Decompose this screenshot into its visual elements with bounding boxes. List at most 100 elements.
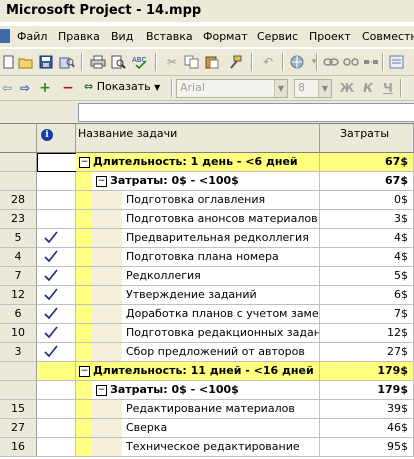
task-name-cell[interactable]: Сверка — [76, 419, 320, 438]
underline-button[interactable]: Ч — [379, 79, 397, 97]
name-column-header[interactable]: Название задачи — [76, 124, 320, 153]
row-id[interactable]: 27 — [0, 419, 37, 438]
task-name-cell[interactable]: Предварительная редколлегия — [76, 229, 320, 248]
task-name-cell[interactable]: Редколлегия — [76, 267, 320, 286]
save-icon[interactable] — [37, 53, 55, 71]
table-row[interactable]: 3 Сбор предложений от авторов 27$ — [0, 343, 414, 362]
select-all-corner[interactable] — [0, 124, 37, 153]
cut-icon[interactable]: ✂ — [163, 53, 181, 71]
table-row[interactable]: 5 Предварительная редколлегия 4$ — [0, 229, 414, 248]
collapse-toggle-icon[interactable]: − — [79, 366, 90, 377]
indicator-cell[interactable] — [37, 362, 76, 381]
hide-subtasks-icon[interactable]: − — [59, 79, 77, 97]
task-name-cell[interactable]: − Затраты: 0$ - <100$ — [76, 381, 320, 400]
task-name-cell[interactable]: − Длительность: 11 дней - <16 дней — [76, 362, 320, 381]
row-id[interactable]: 6 — [0, 305, 37, 324]
cost-cell[interactable]: 179$ — [320, 362, 414, 381]
indicator-cell[interactable] — [37, 267, 76, 286]
cost-cell[interactable]: 46$ — [320, 419, 414, 438]
indicator-cell[interactable] — [37, 191, 76, 210]
indicator-cell[interactable] — [37, 286, 76, 305]
indicator-cell[interactable] — [37, 305, 76, 324]
indicator-cell[interactable] — [37, 438, 76, 457]
save-multiple-icon[interactable] — [58, 53, 76, 71]
table-row[interactable]: 4 Подготовка плана номера 4$ — [0, 248, 414, 267]
italic-button[interactable]: К — [359, 79, 377, 97]
bold-button[interactable]: Ж — [338, 79, 356, 97]
show-outline-dropdown[interactable]: ⇔ Показать ▼ — [84, 80, 160, 93]
menu-view[interactable]: Вид — [111, 30, 133, 43]
paste-icon[interactable] — [203, 53, 221, 71]
show-subtasks-icon[interactable]: + — [36, 79, 54, 97]
row-id[interactable]: 3 — [0, 343, 37, 362]
task-name-cell[interactable]: Редактирование материалов — [76, 400, 320, 419]
unlink-tasks-icon[interactable] — [342, 53, 360, 71]
task-name-cell[interactable]: Доработка планов с учетом замечан — [76, 305, 320, 324]
indicator-cell[interactable] — [37, 400, 76, 419]
indicator-cell[interactable] — [37, 248, 76, 267]
link-tasks-icon[interactable] — [322, 53, 340, 71]
indicator-cell[interactable] — [37, 172, 76, 191]
task-name-cell[interactable]: Подготовка плана номера — [76, 248, 320, 267]
cost-cell[interactable]: 12$ — [320, 324, 414, 343]
task-name-cell[interactable]: − Длительность: 1 день - <6 дней — [76, 153, 320, 172]
indicator-cell[interactable] — [37, 343, 76, 362]
menu-collaborate[interactable]: Совместная — [362, 30, 414, 43]
indicator-cell[interactable] — [37, 153, 77, 172]
project-app-icon[interactable] — [0, 29, 10, 43]
indicators-column-header[interactable]: i — [37, 124, 76, 153]
table-row[interactable]: 27 Сверка 46$ — [0, 419, 414, 438]
menu-edit[interactable]: Правка — [58, 30, 100, 43]
task-name-cell[interactable]: Сбор предложений от авторов — [76, 343, 320, 362]
row-id[interactable] — [0, 362, 37, 381]
indicator-cell[interactable] — [37, 381, 76, 400]
collapse-toggle-icon[interactable]: − — [79, 157, 90, 168]
format-painter-icon[interactable] — [226, 53, 244, 71]
menu-file[interactable]: Файл — [17, 30, 47, 43]
table-row[interactable]: 12 Утверждение заданий 6$ — [0, 286, 414, 305]
task-name-cell[interactable]: Подготовка анонсов материалов ном — [76, 210, 320, 229]
collapse-toggle-icon[interactable]: − — [96, 176, 107, 187]
cost-cell[interactable]: 4$ — [320, 248, 414, 267]
task-name-cell[interactable]: Утверждение заданий — [76, 286, 320, 305]
table-row[interactable]: 15 Редактирование материалов 39$ — [0, 400, 414, 419]
menu-project[interactable]: Проект — [309, 30, 351, 43]
table-row[interactable]: 16 Техническое редактирование 95$ — [0, 438, 414, 457]
indicator-cell[interactable] — [37, 210, 76, 229]
dropdown-arrow-icon[interactable]: ▾ — [305, 53, 323, 71]
task-name-cell[interactable]: Подготовка оглавления — [76, 191, 320, 210]
task-name-cell[interactable]: − Затраты: 0$ - <100$ — [76, 172, 320, 191]
group-row[interactable]: − Длительность: 1 день - <6 дней 67$ — [0, 153, 414, 172]
copy-icon[interactable] — [183, 53, 201, 71]
spelling-icon[interactable]: ABC — [131, 53, 149, 71]
task-name-cell[interactable]: Подготовка редакционных заданий — [76, 324, 320, 343]
task-name-cell[interactable]: Техническое редактирование — [76, 438, 320, 457]
indicator-cell[interactable] — [37, 419, 76, 438]
table-row[interactable]: 6 Доработка планов с учетом замечан 7$ — [0, 305, 414, 324]
insert-hyperlink-icon[interactable] — [288, 53, 306, 71]
split-task-icon[interactable] — [362, 53, 380, 71]
task-information-icon[interactable] — [388, 53, 406, 71]
cost-cell[interactable]: 39$ — [320, 400, 414, 419]
indicator-cell[interactable] — [37, 324, 76, 343]
cost-cell[interactable]: 95$ — [320, 438, 414, 457]
row-id[interactable]: 15 — [0, 400, 37, 419]
menu-format[interactable]: Формат — [203, 30, 248, 43]
cost-column-header[interactable]: Затраты — [320, 124, 414, 153]
undo-icon[interactable]: ↶ — [259, 53, 277, 71]
group-row[interactable]: − Затраты: 0$ - <100$ 179$ — [0, 381, 414, 400]
entry-field[interactable] — [78, 103, 414, 122]
font-name-select[interactable]: Arial ▼ — [176, 79, 288, 98]
table-row[interactable]: 28 Подготовка оглавления 0$ — [0, 191, 414, 210]
table-row[interactable]: 7 Редколлегия 5$ — [0, 267, 414, 286]
row-id[interactable]: 7 — [0, 267, 37, 286]
menu-insert[interactable]: Вставка — [146, 30, 193, 43]
cost-cell[interactable]: 4$ — [320, 229, 414, 248]
cost-cell[interactable]: 179$ — [320, 381, 414, 400]
row-id[interactable]: 16 — [0, 438, 37, 457]
cost-cell[interactable]: 67$ — [320, 172, 414, 191]
table-row[interactable]: 23 Подготовка анонсов материалов ном 3$ — [0, 210, 414, 229]
font-size-select[interactable]: 8 ▼ — [294, 79, 332, 98]
indent-arrow-icon[interactable]: ⇨ — [16, 79, 34, 97]
open-icon[interactable] — [17, 53, 35, 71]
